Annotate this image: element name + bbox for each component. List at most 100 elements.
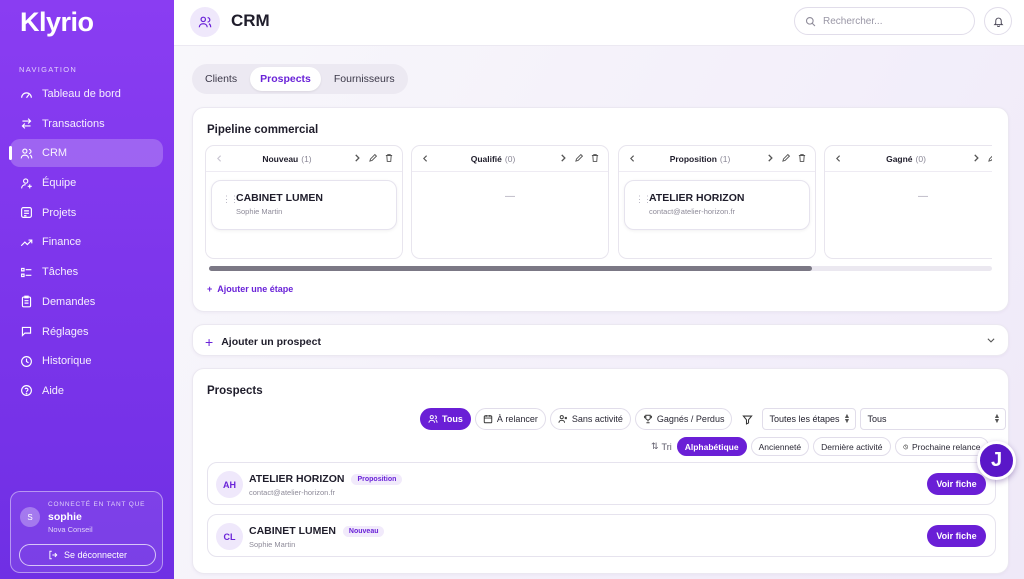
table-row[interactable]: CL CABINET LUMEN Nouveau Sophie Martin Vo…: [207, 514, 996, 557]
edit-icon[interactable]: [781, 153, 791, 163]
chevron-left-icon[interactable]: [628, 154, 637, 163]
bell-icon: [993, 17, 1003, 27]
table-row[interactable]: AH ATELIER HORIZON Proposition contact@at…: [207, 462, 996, 505]
app-logo[interactable]: Klyrio: [20, 7, 94, 38]
tab-clients[interactable]: Clients: [195, 67, 247, 91]
column-title: Qualifié (0): [438, 154, 548, 164]
crm-users-icon: [190, 7, 220, 37]
chevron-right-icon[interactable]: [971, 153, 981, 163]
deal-contact: Sophie Martin: [236, 207, 283, 216]
chevron-right-icon[interactable]: [558, 153, 568, 163]
chevron-left-icon[interactable]: [834, 154, 843, 163]
chevron-left-icon[interactable]: [215, 154, 224, 163]
chevron-left-icon[interactable]: [421, 154, 430, 163]
add-stage-button[interactable]: + Ajouter une étape: [207, 284, 293, 294]
sort-seniority[interactable]: Ancienneté: [750, 437, 810, 456]
sort-alphabetical[interactable]: Alphabétique: [676, 437, 747, 456]
filter-to-follow-up[interactable]: À relancer: [474, 408, 546, 430]
nav-section-title: NAVIGATION: [19, 65, 78, 74]
chevron-down-icon[interactable]: [986, 335, 996, 345]
sidebar-item-settings[interactable]: Réglages: [10, 318, 163, 346]
add-prospect-panel[interactable]: + Ajouter un prospect: [192, 324, 1009, 356]
column-name: Proposition: [669, 154, 717, 164]
pipeline-scrollbar[interactable]: [209, 266, 992, 271]
sidebar-item-tasks[interactable]: Tâches: [10, 258, 163, 286]
history-icon: [21, 355, 32, 367]
deal-card[interactable]: ⋮⋮ ATELIER HORIZON contact@atelier-horiz…: [624, 180, 810, 230]
prospect-name-text: ATELIER HORIZON: [249, 473, 345, 485]
empty-column-placeholder: —: [505, 191, 515, 202]
users-icon: [20, 148, 33, 159]
sidebar-item-label: Historique: [42, 355, 92, 368]
filter-won-lost[interactable]: Gagnés / Perdus: [634, 408, 733, 430]
logout-button[interactable]: Se déconnecter: [19, 544, 156, 566]
deal-contact: contact@atelier-horizon.fr: [649, 207, 735, 216]
scrollbar-thumb[interactable]: [209, 266, 812, 271]
edit-icon[interactable]: [987, 153, 992, 163]
tab-prospects[interactable]: Prospects: [250, 67, 321, 91]
stage-select-value: Toutes les étapes: [769, 414, 840, 424]
trophy-icon: [643, 414, 652, 424]
page-title: CRM: [231, 11, 270, 30]
sort-label: ⇅ Tri: [651, 441, 672, 452]
sort-icon: ⇅: [651, 441, 659, 451]
sidebar-item-label: Finance: [42, 236, 82, 249]
clipboard-icon: [21, 295, 32, 308]
notifications-button[interactable]: [984, 7, 1012, 35]
chevron-right-icon[interactable]: [765, 153, 775, 163]
add-prospect-toggle[interactable]: + Ajouter un prospect: [205, 334, 321, 350]
status-badge: Nouveau: [342, 525, 385, 537]
add-stage-label: Ajouter une étape: [217, 284, 294, 294]
settings-icon: [21, 326, 32, 337]
prospects-title: Prospects: [207, 385, 263, 397]
trash-icon[interactable]: [384, 153, 394, 163]
add-prospect-label: Ajouter un prospect: [221, 336, 321, 348]
user-x-icon: [558, 415, 567, 423]
column-actions: [765, 153, 807, 163]
sidebar-item-team[interactable]: Équipe: [10, 169, 163, 197]
assistant-button[interactable]: J: [977, 441, 1016, 480]
status-select[interactable]: Tous ▲ ▼: [860, 408, 1007, 430]
prospect-contact: Sophie Martin: [249, 540, 296, 549]
prospect-filters: Tous À relancer Sans activité Gagnés / P…: [420, 408, 1007, 430]
status-badge: Proposition: [351, 473, 403, 485]
filter-label: Tous: [442, 414, 463, 424]
sort-last-activity[interactable]: Dernière activité: [813, 437, 891, 456]
sort-label: Prochaine relance: [912, 441, 981, 452]
sidebar-item-transactions[interactable]: Transactions: [10, 110, 163, 138]
sort-next-follow-up[interactable]: Prochaine relance: [894, 437, 989, 456]
view-record-button[interactable]: Voir fiche: [927, 473, 986, 495]
sidebar-item-finance[interactable]: Finance: [10, 228, 163, 256]
chevron-right-icon[interactable]: [352, 153, 362, 163]
user-name: sophie: [48, 511, 82, 523]
trash-icon[interactable]: [590, 153, 600, 163]
sort-options: ⇅ Tri Alphabétique Ancienneté Dernière ac…: [651, 437, 989, 456]
edit-icon[interactable]: [574, 153, 584, 163]
main-content: Clients Prospects Fournisseurs Pipeline …: [174, 46, 1024, 579]
sidebar: Klyrio NAVIGATION Tableau de bord Transa…: [0, 0, 174, 579]
trash-icon[interactable]: [797, 153, 807, 163]
column-actions: [352, 153, 394, 163]
tab-suppliers[interactable]: Fournisseurs: [324, 67, 405, 91]
view-record-button[interactable]: Voir fiche: [927, 525, 986, 547]
pipeline-card: Pipeline commercial Nouveau (1) ⋮⋮ CABINE…: [192, 107, 1009, 312]
stage-select[interactable]: Toutes les étapes ▲ ▼: [762, 408, 857, 430]
edit-icon[interactable]: [368, 153, 378, 163]
crm-tabs: Clients Prospects Fournisseurs: [192, 64, 408, 94]
filter-all[interactable]: Tous: [420, 408, 471, 430]
sidebar-item-crm[interactable]: CRM: [9, 139, 163, 168]
sidebar-item-label: Tâches: [42, 266, 79, 279]
filter-no-activity[interactable]: Sans activité: [549, 408, 631, 430]
sidebar-item-projects[interactable]: Projets: [10, 199, 163, 227]
pipeline-column: Gagné (0) —: [824, 145, 992, 259]
sidebar-item-history[interactable]: Historique: [10, 347, 163, 375]
sidebar-item-help[interactable]: Aide: [10, 377, 163, 405]
select-arrows-icon: ▲ ▼: [843, 413, 851, 425]
help-icon: [21, 385, 32, 397]
filter-label: À relancer: [496, 414, 538, 424]
sidebar-item-dashboard[interactable]: Tableau de bord: [10, 80, 163, 108]
sidebar-item-requests[interactable]: Demandes: [10, 288, 163, 316]
column-header: Qualifié (0): [412, 146, 608, 172]
deal-card[interactable]: ⋮⋮ CABINET LUMEN Sophie Martin: [211, 180, 397, 230]
search-input[interactable]: Rechercher...: [794, 7, 975, 35]
